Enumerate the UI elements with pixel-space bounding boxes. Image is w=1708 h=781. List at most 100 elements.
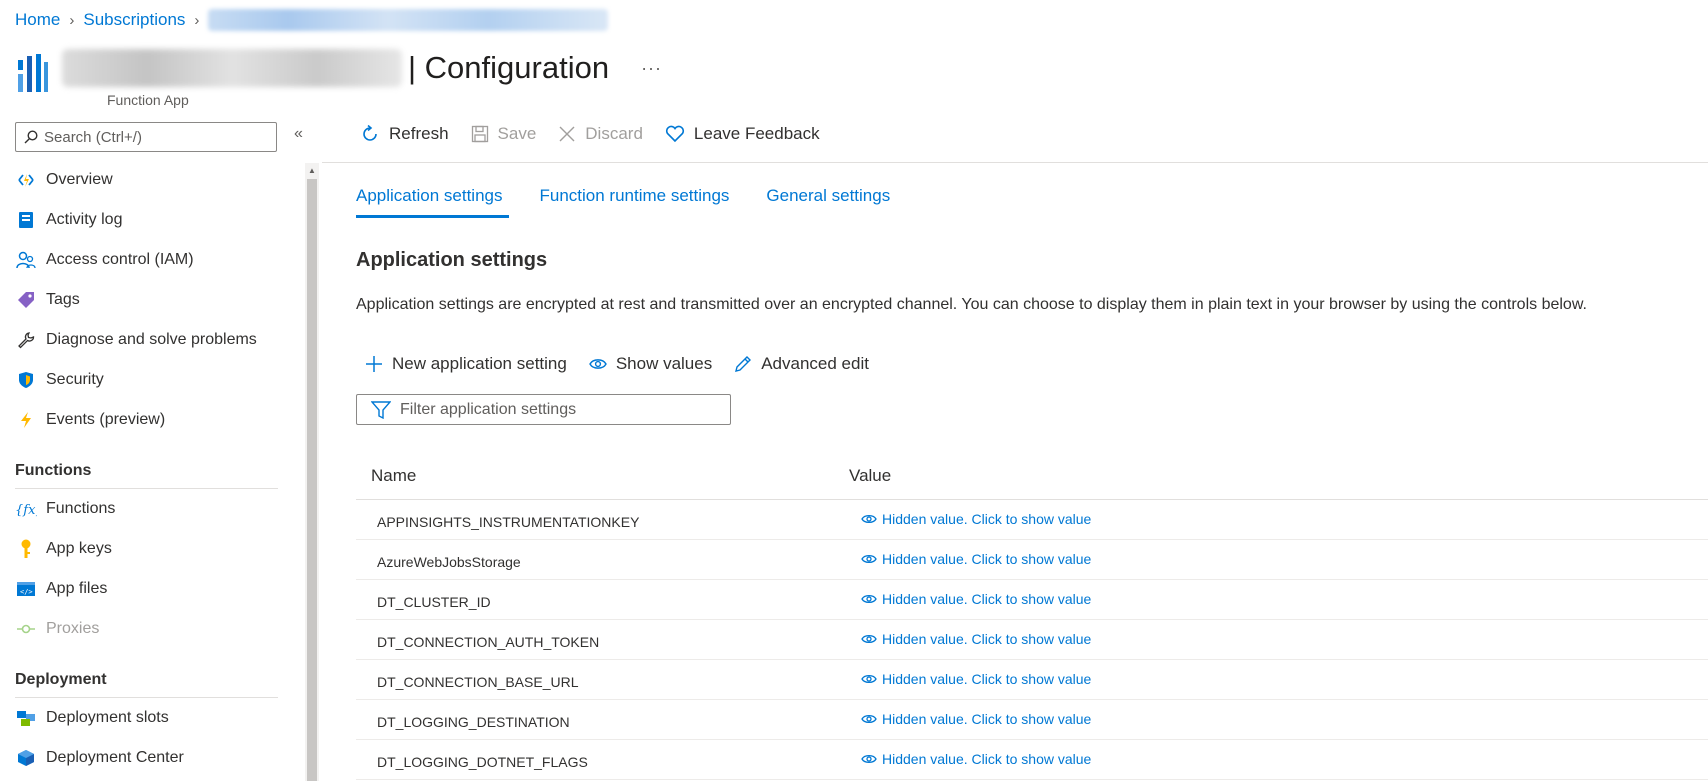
advanced-edit-button[interactable]: Advanced edit	[734, 354, 869, 374]
sidebar-item-label: App files	[46, 580, 108, 597]
sidebar-scrollbar[interactable]: ▲	[305, 163, 319, 781]
sidebar-item-activity-log[interactable]: Activity log	[0, 200, 290, 240]
sidebar-item-label: Proxies	[46, 620, 100, 637]
sidebar: Overview Activity log Access control (IA…	[0, 160, 290, 778]
refresh-icon	[363, 124, 377, 141]
sidebar-item-security[interactable]: Security	[0, 360, 290, 400]
pencil-icon	[735, 356, 752, 372]
sidebar-item-events[interactable]: Events (preview)	[0, 400, 290, 440]
hidden-value-link[interactable]: Hidden value. Click to show value	[861, 751, 1091, 769]
leave-feedback-button[interactable]: Leave Feedback	[665, 124, 820, 144]
settings-tabs: Application settings Function runtime se…	[356, 186, 927, 218]
sidebar-item-label: Access control (IAM)	[46, 251, 194, 268]
tab-general-settings[interactable]: General settings	[766, 186, 890, 218]
feedback-label: Leave Feedback	[693, 124, 820, 143]
eye-icon	[861, 514, 877, 523]
wrench-icon	[15, 329, 37, 351]
breadcrumb-redacted-link[interactable]	[208, 9, 609, 31]
eye-icon	[589, 359, 607, 369]
people-icon	[15, 249, 37, 271]
search-icon	[24, 130, 38, 144]
hidden-value-text: Hidden value. Click to show value	[882, 750, 1092, 767]
save-button[interactable]: Save	[471, 124, 536, 144]
sidebar-item-label: Diagnose and solve problems	[46, 331, 257, 348]
hidden-value-link[interactable]: Hidden value. Click to show value	[861, 671, 1091, 689]
more-options-button[interactable]: ···	[641, 58, 662, 79]
cube-icon	[15, 747, 37, 769]
eye-icon	[861, 634, 877, 643]
scrollbar-thumb[interactable]	[307, 179, 317, 781]
setting-name[interactable]: DT_LOGGING_DESTINATION	[356, 710, 861, 730]
section-description: Application settings are encrypted at re…	[356, 296, 1587, 313]
tag-icon	[15, 289, 37, 311]
settings-command-bar: New application setting Show values Adva…	[365, 354, 891, 374]
new-application-setting-button[interactable]: New application setting	[365, 354, 567, 374]
column-header-name[interactable]: Name	[356, 466, 849, 486]
svg-text:{fx}: {fx}	[15, 503, 37, 518]
chevron-right-icon: ›	[69, 11, 75, 29]
filter-settings-input[interactable]: Filter application settings	[356, 394, 731, 425]
sidebar-item-deployment-slots[interactable]: Deployment slots	[0, 698, 290, 738]
sidebar-item-label: Events (preview)	[46, 411, 166, 428]
sidebar-item-diagnose[interactable]: Diagnose and solve problems	[0, 320, 290, 360]
tab-function-runtime-settings[interactable]: Function runtime settings	[539, 186, 729, 218]
hidden-value-link[interactable]: Hidden value. Click to show value	[861, 511, 1091, 529]
sidebar-item-overview[interactable]: Overview	[0, 160, 290, 200]
section-title: Application settings	[356, 249, 548, 271]
breadcrumb-subscriptions-link[interactable]: Subscriptions	[83, 10, 185, 30]
eye-icon	[861, 674, 877, 683]
page-title: | Configuration	[408, 50, 610, 85]
svg-text:</>: </>	[20, 588, 33, 596]
hidden-value-text: Hidden value. Click to show value	[882, 590, 1092, 607]
tab-application-settings[interactable]: Application settings	[356, 186, 510, 218]
filter-icon	[371, 400, 391, 419]
sidebar-item-app-keys[interactable]: App keys	[0, 529, 290, 569]
eye-icon	[861, 754, 877, 763]
table-row[interactable]: AzureWebJobsStorage Hidden value. Click t…	[356, 540, 1708, 580]
table-row[interactable]: DT_LOGGING_DOTNET_FLAGS Hidden value. Cli…	[356, 740, 1708, 780]
hidden-value-link[interactable]: Hidden value. Click to show value	[861, 591, 1091, 609]
setting-name[interactable]: DT_CLUSTER_ID	[356, 590, 861, 610]
hidden-value-text: Hidden value. Click to show value	[882, 710, 1092, 727]
table-row[interactable]: DT_CONNECTION_AUTH_TOKEN Hidden value. Cl…	[356, 620, 1708, 660]
discard-button[interactable]: Discard	[558, 124, 643, 144]
hidden-value-link[interactable]: Hidden value. Click to show value	[861, 551, 1091, 569]
collapse-sidebar-button[interactable]: «	[294, 125, 303, 143]
setting-name[interactable]: APPINSIGHTS_INSTRUMENTATIONKEY	[356, 510, 861, 530]
scroll-up-arrow-icon[interactable]: ▲	[305, 163, 319, 177]
sidebar-item-label: Tags	[46, 291, 80, 308]
sidebar-item-label: Security	[46, 371, 104, 388]
divider	[322, 162, 1708, 163]
table-row[interactable]: DT_CONNECTION_BASE_URL Hidden value. Clic…	[356, 660, 1708, 700]
sidebar-search-input[interactable]: Search (Ctrl+/)	[15, 122, 277, 152]
resource-name-redacted	[62, 49, 402, 87]
hidden-value-text: Hidden value. Click to show value	[882, 630, 1092, 647]
sidebar-item-access-control[interactable]: Access control (IAM)	[0, 240, 290, 280]
hidden-value-link[interactable]: Hidden value. Click to show value	[861, 711, 1091, 729]
setting-name[interactable]: DT_LOGGING_DOTNET_FLAGS	[356, 750, 861, 770]
table-row[interactable]: APPINSIGHTS_INSTRUMENTATIONKEY Hidden val…	[356, 500, 1708, 540]
eye-icon	[861, 554, 877, 563]
table-row[interactable]: DT_LOGGING_DESTINATION Hidden value. Clic…	[356, 700, 1708, 740]
setting-name[interactable]: DT_CONNECTION_BASE_URL	[356, 670, 861, 690]
advanced-edit-label: Advanced edit	[761, 354, 869, 373]
slots-icon	[15, 707, 37, 729]
fx-icon: {fx}	[15, 498, 37, 520]
sidebar-item-tags[interactable]: Tags	[0, 280, 290, 320]
table-row[interactable]: DT_CLUSTER_ID Hidden value. Click to show…	[356, 580, 1708, 620]
sidebar-item-app-files[interactable]: </> App files	[0, 569, 290, 609]
breadcrumb-home-link[interactable]: Home	[15, 10, 60, 30]
refresh-label: Refresh	[389, 124, 449, 143]
shield-icon	[15, 369, 37, 391]
show-values-button[interactable]: Show values	[589, 354, 712, 374]
sidebar-item-deployment-center[interactable]: Deployment Center	[0, 738, 290, 778]
sidebar-item-proxies[interactable]: Proxies	[0, 609, 290, 649]
hidden-value-link[interactable]: Hidden value. Click to show value	[861, 631, 1091, 649]
setting-name[interactable]: AzureWebJobsStorage	[356, 550, 861, 570]
refresh-button[interactable]: Refresh	[360, 124, 449, 144]
setting-name[interactable]: DT_CONNECTION_AUTH_TOKEN	[356, 630, 861, 650]
sidebar-item-functions[interactable]: {fx} Functions	[0, 489, 290, 529]
heart-icon	[665, 125, 684, 143]
column-header-value[interactable]: Value	[849, 466, 891, 486]
plus-icon	[366, 356, 382, 372]
